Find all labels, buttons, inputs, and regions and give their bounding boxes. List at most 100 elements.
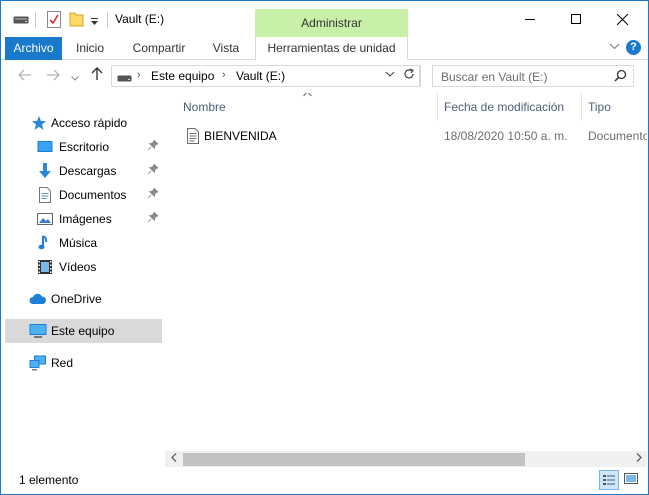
breadcrumb-separator-icon[interactable]: › bbox=[137, 69, 141, 81]
search-box[interactable]: Buscar en Vault (E:) bbox=[432, 65, 634, 87]
music-icon bbox=[37, 235, 53, 251]
help-icon[interactable]: ? bbox=[626, 40, 641, 55]
item-count: 1 elemento bbox=[19, 473, 79, 487]
nav-label: Música bbox=[59, 236, 98, 250]
nav-item-descargas[interactable]: Descargas bbox=[5, 159, 162, 183]
search-icon[interactable] bbox=[614, 69, 627, 85]
search-placeholder: Buscar en Vault (E:) bbox=[441, 70, 548, 84]
close-button[interactable] bbox=[599, 1, 645, 37]
quick-access-separator bbox=[35, 12, 36, 28]
navigation-pane: Acceso rápido Escritorio Descargas Docum… bbox=[1, 93, 164, 467]
column-header-type[interactable]: Tipo bbox=[588, 100, 611, 114]
tab-archivo[interactable]: Archivo bbox=[5, 37, 62, 60]
this-pc-drive-icon bbox=[117, 72, 132, 86]
scroll-left-icon[interactable] bbox=[165, 452, 182, 467]
address-bar[interactable]: › Este equipo › Vault (E:) bbox=[111, 65, 421, 87]
column-divider[interactable] bbox=[581, 93, 582, 121]
nav-this-pc[interactable]: Este equipo bbox=[5, 319, 162, 343]
column-header-name[interactable]: Nombre bbox=[183, 100, 226, 114]
large-icons-view-icon bbox=[624, 473, 638, 484]
pin-icon[interactable] bbox=[147, 211, 159, 225]
nav-label: Este equipo bbox=[51, 324, 115, 338]
properties-icon[interactable] bbox=[47, 11, 61, 31]
drive-icon[interactable] bbox=[13, 14, 29, 28]
nav-item-documentos[interactable]: Documentos bbox=[5, 183, 162, 207]
breadcrumb-separator-icon[interactable]: › bbox=[222, 69, 226, 81]
pin-icon[interactable] bbox=[147, 163, 159, 177]
up-button[interactable] bbox=[87, 66, 107, 86]
nav-network[interactable]: Red bbox=[5, 351, 162, 375]
refresh-icon bbox=[403, 68, 414, 79]
nav-label: Acceso rápido bbox=[51, 116, 128, 130]
text-document-icon bbox=[186, 128, 200, 147]
maximize-icon bbox=[571, 14, 581, 24]
address-dropdown-icon[interactable] bbox=[385, 69, 395, 80]
minimize-icon bbox=[525, 19, 535, 20]
details-view-icon bbox=[603, 475, 615, 485]
file-name: BIENVENIDA bbox=[204, 129, 277, 143]
tab-inicio[interactable]: Inicio bbox=[67, 37, 113, 60]
column-header-modified[interactable]: Fecha de modificación bbox=[444, 100, 564, 114]
cloud-icon bbox=[29, 291, 46, 307]
tab-vista[interactable]: Vista bbox=[205, 37, 247, 60]
forward-button[interactable] bbox=[43, 66, 63, 86]
recent-locations-icon[interactable] bbox=[65, 68, 85, 88]
scrollbar-thumb[interactable] bbox=[183, 453, 525, 466]
back-button[interactable] bbox=[15, 66, 35, 86]
pin-icon[interactable] bbox=[147, 187, 159, 201]
desktop-icon bbox=[37, 139, 53, 155]
new-folder-icon[interactable] bbox=[69, 11, 84, 30]
pictures-icon bbox=[37, 211, 53, 227]
nav-label: Escritorio bbox=[59, 140, 110, 154]
refresh-button[interactable] bbox=[398, 65, 420, 87]
scroll-right-icon[interactable] bbox=[630, 452, 647, 467]
nav-item-musica[interactable]: Música bbox=[5, 231, 162, 255]
file-list: Nombre Fecha de modificación Tipo BIENVE… bbox=[165, 93, 647, 451]
nav-item-videos[interactable]: Vídeos bbox=[5, 255, 162, 279]
maximize-button[interactable] bbox=[553, 1, 599, 37]
navigation-bar: › Este equipo › Vault (E:) Buscar en Vau… bbox=[1, 60, 648, 93]
file-type: Documento bbox=[588, 129, 647, 143]
documents-icon bbox=[37, 187, 53, 203]
context-tab-group-label: Administrar bbox=[255, 9, 408, 37]
nav-label: Descargas bbox=[59, 164, 117, 178]
up-arrow-icon bbox=[91, 67, 103, 80]
file-row[interactable]: BIENVENIDA 18/08/2020 10:50 a. m. Docume… bbox=[183, 125, 647, 147]
window-title: Vault (E:) bbox=[115, 12, 165, 26]
customize-quick-access-icon[interactable] bbox=[90, 15, 99, 29]
nav-label: OneDrive bbox=[51, 292, 102, 306]
nav-label: Documentos bbox=[59, 188, 127, 202]
forward-arrow-icon bbox=[47, 69, 60, 81]
status-bar: 1 elemento bbox=[1, 467, 648, 494]
column-divider[interactable] bbox=[437, 93, 438, 121]
computer-icon bbox=[29, 323, 47, 339]
nav-onedrive[interactable]: OneDrive bbox=[5, 287, 162, 311]
nav-label: Red bbox=[51, 356, 74, 370]
large-icons-view-button[interactable] bbox=[622, 470, 642, 490]
videos-icon bbox=[37, 259, 53, 275]
details-view-button[interactable] bbox=[599, 470, 619, 490]
nav-quick-access[interactable]: Acceso rápido bbox=[5, 111, 162, 135]
sort-ascending-icon bbox=[303, 93, 312, 100]
expand-ribbon-icon[interactable] bbox=[609, 41, 620, 53]
star-icon bbox=[31, 115, 47, 131]
close-icon bbox=[616, 13, 628, 25]
nav-label: Vídeos bbox=[59, 260, 97, 274]
breadcrumb-vault[interactable]: Vault (E:) bbox=[236, 69, 285, 83]
back-arrow-icon bbox=[18, 69, 31, 81]
file-explorer-window: Vault (E:) Administrar Archivo Inicio Co… bbox=[0, 0, 649, 495]
title-separator bbox=[107, 12, 108, 28]
nav-item-imagenes[interactable]: Imágenes bbox=[5, 207, 162, 231]
breadcrumb-este-equipo[interactable]: Este equipo bbox=[151, 69, 214, 83]
pin-icon[interactable] bbox=[147, 139, 159, 153]
title-bar: Vault (E:) Administrar bbox=[1, 1, 648, 37]
network-icon bbox=[29, 355, 46, 371]
horizontal-scrollbar[interactable] bbox=[165, 451, 647, 468]
file-modified: 18/08/2020 10:50 a. m. bbox=[444, 129, 568, 143]
nav-label: Imágenes bbox=[59, 212, 112, 226]
tab-compartir[interactable]: Compartir bbox=[125, 37, 193, 60]
tab-herramientas-de-unidad[interactable]: Herramientas de unidad bbox=[255, 37, 408, 61]
ribbon-tabs: Archivo Inicio Compartir Vista Herramien… bbox=[1, 37, 648, 61]
minimize-button[interactable] bbox=[507, 1, 553, 37]
nav-item-escritorio[interactable]: Escritorio bbox=[5, 135, 162, 159]
